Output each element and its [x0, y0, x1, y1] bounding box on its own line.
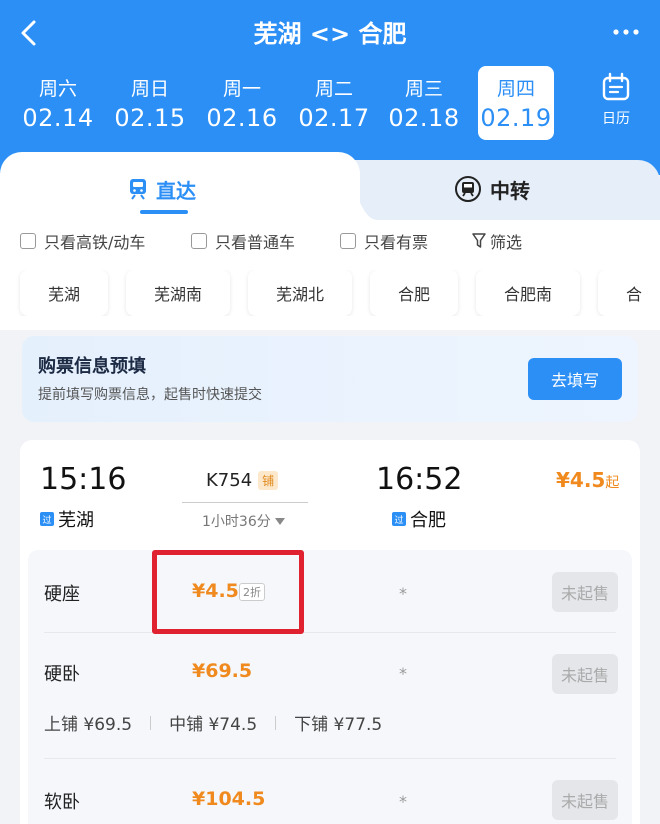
date-weekday: 周二 — [314, 78, 353, 100]
date-weekday: 周一 — [222, 78, 261, 100]
station-chips: 芜湖 芜湖南 芜湖北 合肥 合肥南 合 — [0, 270, 660, 316]
date-item[interactable]: 周日 02.15 — [108, 66, 192, 140]
prefill-title: 购票信息预填 — [38, 356, 146, 377]
arrival-station-name: 合肥 — [410, 510, 446, 531]
seat-availability: * — [399, 664, 407, 683]
station-chip[interactable]: 芜湖 — [20, 270, 108, 316]
duration-text: 1小时36分 — [202, 514, 271, 530]
date-item-selected[interactable]: 周四 02.19 — [478, 66, 554, 140]
date-day: 02.19 — [480, 104, 552, 132]
calendar-button[interactable]: 日历 — [588, 72, 644, 132]
seat-availability: * — [399, 792, 407, 811]
train-card[interactable]: 15:16 过 芜湖 K754 铺 1小时36分 16:52 过 合肥 ¥4.5… — [20, 440, 640, 824]
filter-gaotie-checkbox[interactable]: 只看高铁/动车 — [20, 229, 145, 253]
station-chip[interactable]: 芜湖北 — [248, 270, 352, 316]
checkbox-icon — [20, 233, 36, 249]
top-header: 芜湖 <> 合肥 周六 02.14 周日 02.15 周一 02.16 周二 0… — [0, 0, 660, 175]
prefill-subtitle: 提前填写购票信息，起售时快速提交 — [38, 387, 262, 403]
arrival-station: 过 合肥 — [392, 506, 446, 532]
departure-station: 过 芜湖 — [40, 506, 94, 532]
filter-button[interactable]: 筛选 — [472, 229, 522, 253]
seat-list: 硬座 ¥4.5 2折 * 未起售 硬卧 ¥69.5 * 未起售 上铺 ¥69.5… — [28, 550, 632, 824]
filter-label: 只看有票 — [364, 233, 429, 252]
filter-putong-checkbox[interactable]: 只看普通车 — [191, 229, 295, 253]
seat-row: 软卧 ¥104.5 * 未起售 — [28, 758, 632, 824]
seat-type: 硬座 — [44, 584, 80, 605]
calendar-label: 日历 — [602, 111, 630, 127]
filter-button-label: 筛选 — [490, 233, 523, 252]
station-chip[interactable]: 合 — [598, 270, 660, 316]
middle-berth-price: 中铺 ¥74.5 — [169, 715, 258, 735]
prefill-banner: 购票信息预填 提前填写购票信息，起售时快速提交 去填写 — [22, 336, 638, 422]
calendar-icon — [602, 72, 630, 101]
date-weekday: 周日 — [130, 78, 169, 100]
tab-bar: 直达 中转 — [0, 152, 660, 220]
tab-underline — [140, 210, 188, 214]
date-weekday: 周六 — [38, 78, 77, 100]
duration-toggle[interactable]: 1小时36分 — [202, 511, 286, 531]
tab-transfer[interactable]: 中转 — [454, 172, 530, 206]
duration-line — [182, 502, 308, 503]
tab-transfer-label: 中转 — [490, 178, 530, 203]
train-icon — [130, 179, 146, 200]
station-chip[interactable]: 合肥 — [370, 270, 458, 316]
station-chip[interactable]: 合肥南 — [476, 270, 580, 316]
tab-direct-label: 直达 — [156, 178, 196, 203]
departure-station-name: 芜湖 — [58, 510, 94, 531]
route-title: 芜湖 <> 合肥 — [253, 20, 407, 48]
train-number-text: K754 — [206, 470, 253, 491]
highlight-annotation-box — [152, 550, 304, 634]
berth-divider — [150, 715, 152, 730]
filter-row: 只看高铁/动车 只看普通车 只看有票 筛选 — [20, 229, 640, 253]
seat-availability: * — [399, 584, 407, 603]
seat-price: ¥69.5 — [192, 660, 253, 682]
tab-slant-shape — [318, 152, 378, 220]
date-weekday: 周四 — [496, 78, 535, 100]
funnel-icon — [472, 233, 486, 248]
date-day: 02.18 — [388, 104, 460, 132]
lowest-price: ¥4.5起 — [556, 468, 619, 492]
train-number: K754 铺 — [206, 470, 279, 491]
not-on-sale-button[interactable]: 未起售 — [552, 572, 618, 612]
date-item[interactable]: 周一 02.16 — [200, 66, 284, 140]
fill-in-button[interactable]: 去填写 — [528, 358, 622, 400]
pass-through-badge: 过 — [392, 512, 406, 526]
seat-type: 软卧 — [44, 792, 80, 813]
seat-row: 硬座 ¥4.5 2折 * 未起售 — [28, 550, 632, 632]
filter-label: 只看普通车 — [215, 233, 296, 252]
station-chip[interactable]: 芜湖南 — [126, 270, 230, 316]
date-item[interactable]: 周六 02.14 — [16, 66, 100, 140]
date-item[interactable]: 周二 02.17 — [292, 66, 376, 140]
not-on-sale-button[interactable]: 未起售 — [552, 780, 618, 820]
pass-through-badge: 过 — [40, 512, 54, 526]
date-item[interactable]: 周三 02.18 — [382, 66, 466, 140]
date-weekday: 周三 — [404, 78, 443, 100]
filter-label: 只看高铁/动车 — [44, 233, 146, 252]
tab-direct[interactable]: 直达 — [128, 172, 196, 206]
berth-divider — [275, 715, 277, 730]
more-options-icon[interactable] — [610, 20, 642, 44]
departure-time: 15:16 — [40, 462, 127, 497]
transfer-train-icon — [455, 176, 481, 202]
checkbox-icon — [191, 233, 207, 249]
date-day: 02.15 — [114, 104, 186, 132]
berth-prices: 上铺 ¥69.5 中铺 ¥74.5 下铺 ¥77.5 — [44, 710, 382, 735]
seat-price: ¥104.5 — [192, 788, 266, 810]
sleeper-badge: 铺 — [258, 471, 279, 490]
arrival-time: 16:52 — [376, 462, 463, 497]
checkbox-icon — [340, 233, 356, 249]
lowest-price-suffix: 起 — [605, 475, 620, 491]
caret-down-icon — [275, 518, 286, 525]
not-on-sale-button[interactable]: 未起售 — [552, 654, 618, 694]
date-selector: 周六 02.14 周日 02.15 周一 02.16 周二 02.17 周三 0… — [12, 66, 572, 140]
filter-youpiao-checkbox[interactable]: 只看有票 — [340, 229, 428, 253]
date-day: 02.17 — [298, 104, 370, 132]
date-day: 02.14 — [22, 104, 94, 132]
upper-berth-price: 上铺 ¥69.5 — [44, 715, 133, 735]
lower-berth-price: 下铺 ¥77.5 — [294, 715, 383, 735]
seat-type: 硬卧 — [44, 664, 80, 685]
lowest-price-value: ¥4.5 — [556, 468, 606, 492]
date-day: 02.16 — [206, 104, 278, 132]
